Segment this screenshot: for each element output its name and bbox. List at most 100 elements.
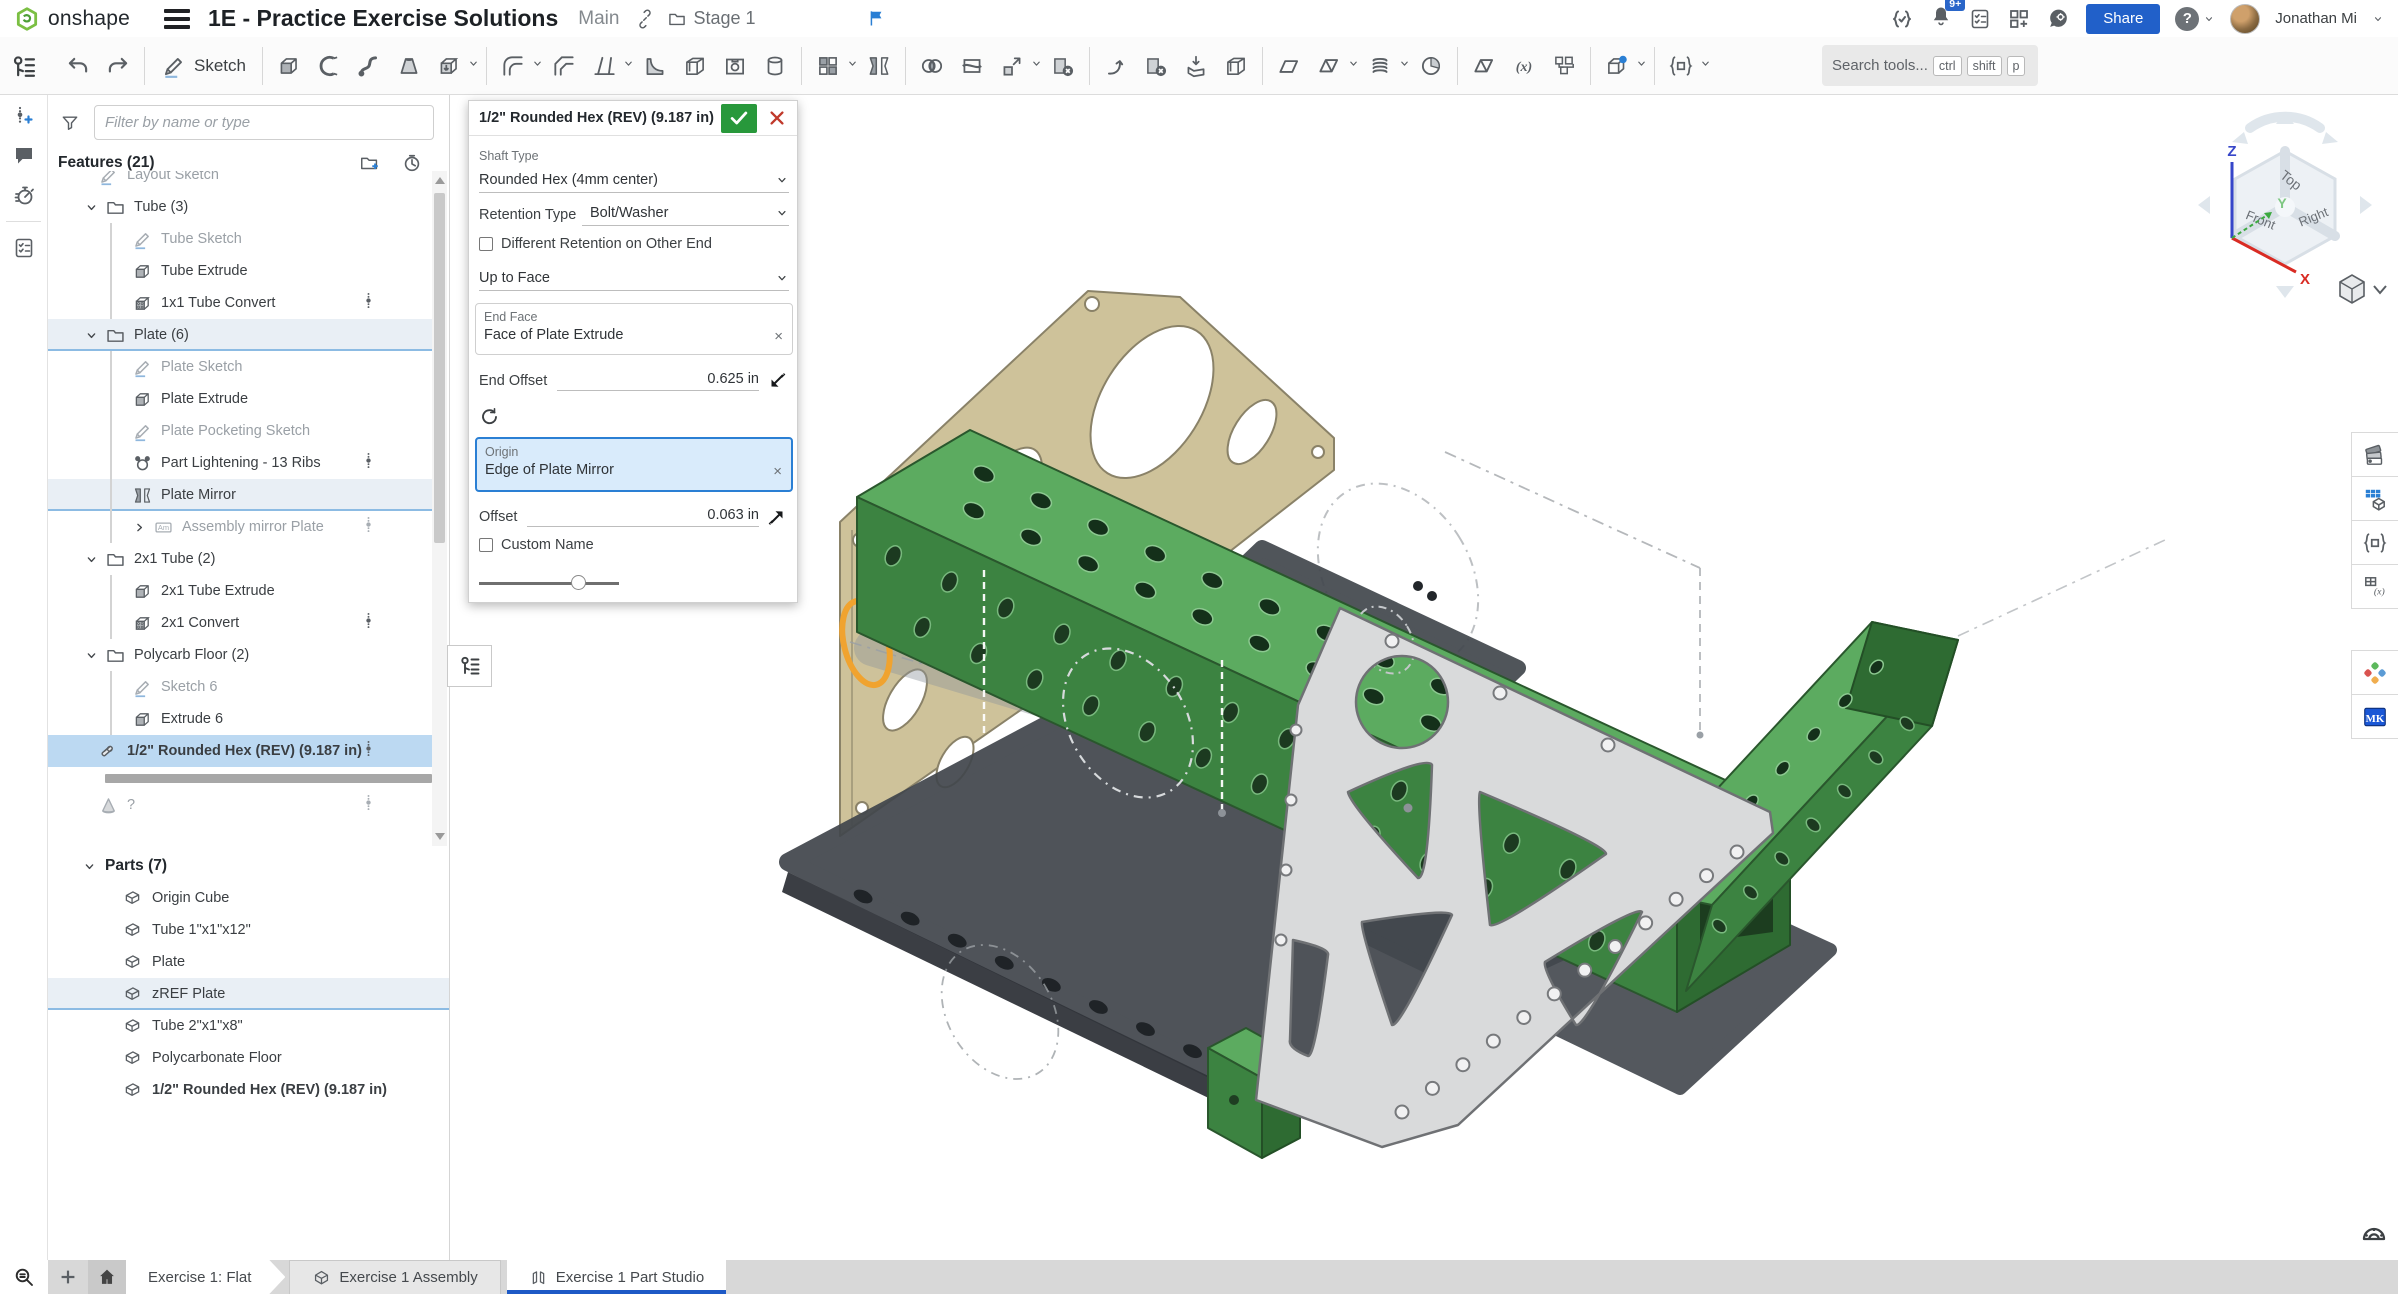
redo-button[interactable]	[98, 44, 138, 88]
retention-type-select[interactable]: Bolt/Washer	[582, 200, 789, 226]
share-button[interactable]: Share	[2086, 4, 2160, 34]
rollback-bar-handle[interactable]	[105, 774, 432, 783]
fillet-menu-caret[interactable]	[533, 57, 544, 75]
flip-direction-icon[interactable]	[477, 403, 501, 427]
enclose-button[interactable]	[1216, 44, 1256, 88]
thread-button[interactable]	[755, 44, 795, 88]
tab-exercise-1-assembly[interactable]: Exercise 1 Assembly	[289, 1260, 500, 1294]
part-row[interactable]: Plate	[48, 946, 449, 978]
delete-part-button[interactable]	[1043, 44, 1083, 88]
revolve-button[interactable]	[309, 44, 349, 88]
delete-face-button[interactable]	[1136, 44, 1176, 88]
configurations-button[interactable]	[2351, 476, 2398, 521]
end-offset-field[interactable]: End Offset 0.625 in	[479, 369, 789, 393]
hole-button[interactable]	[715, 44, 755, 88]
offset-field[interactable]: Offset 0.063 in	[479, 505, 789, 529]
feature-list-toggle-button[interactable]	[2, 41, 46, 93]
rollback-bar[interactable]	[48, 767, 432, 789]
feature-row[interactable]: 1/2" Rounded Hex (REV) (9.187 in)	[48, 735, 432, 767]
feature-row[interactable]: Layout Sketch	[48, 171, 432, 191]
rib-button[interactable]	[635, 44, 675, 88]
app-color-tool-button[interactable]	[2351, 650, 2398, 695]
tab-exercise-1-flat[interactable]: Exercise 1: Flat	[126, 1260, 285, 1294]
tree-caret[interactable]	[84, 200, 105, 215]
helix-button[interactable]	[1360, 44, 1400, 88]
direction-arrow-icon[interactable]	[765, 505, 789, 529]
parts-header[interactable]: Parts (7)	[48, 850, 449, 882]
tree-caret[interactable]	[132, 520, 153, 535]
chevron-down-icon[interactable]	[2372, 13, 2384, 25]
tree-caret[interactable]	[84, 328, 105, 343]
feature-row[interactable]: Plate Mirror	[48, 479, 432, 511]
surface-menu-caret[interactable]	[1349, 57, 1360, 75]
split-button[interactable]	[952, 44, 992, 88]
drag-handle-icon[interactable]	[358, 514, 372, 540]
drag-handle-icon[interactable]	[358, 738, 372, 764]
sketch-button[interactable]: Sketch	[151, 44, 256, 88]
feature-row[interactable]: Plate (6)	[48, 319, 432, 351]
breadcrumb-location[interactable]: Stage 1	[667, 8, 755, 29]
dialog-confirm-button[interactable]	[721, 104, 757, 133]
panel-collapse-button[interactable]	[447, 645, 492, 687]
sweep-button[interactable]	[349, 44, 389, 88]
drag-handle-icon[interactable]	[358, 792, 372, 818]
feature-row[interactable]: ?	[48, 789, 432, 821]
part-row[interactable]: Polycarbonate Floor	[48, 1042, 449, 1074]
surface-button[interactable]	[1309, 44, 1349, 88]
help-button[interactable]: ?	[2175, 7, 2215, 31]
follow-flag-icon[interactable]	[866, 8, 886, 28]
thicken-menu-caret[interactable]	[469, 57, 480, 75]
filter-input[interactable]	[94, 105, 434, 140]
feature-row[interactable]: Tube (3)	[48, 191, 432, 223]
feature-row[interactable]: Plate Extrude	[48, 383, 432, 415]
tab-exercise-1-part-studio[interactable]: Exercise 1 Part Studio	[507, 1260, 726, 1294]
extrude-button[interactable]	[269, 44, 309, 88]
custom-tables-button[interactable]	[2351, 564, 2398, 609]
apps-icon[interactable]	[2007, 7, 2031, 31]
feature-row[interactable]: Sketch 6	[48, 671, 432, 703]
scroll-up-arrow[interactable]	[435, 177, 445, 184]
variable-button[interactable]	[1504, 44, 1544, 88]
history-button[interactable]	[0, 175, 48, 215]
user-name[interactable]: Jonathan Mi	[2275, 10, 2357, 27]
linear-pattern-button[interactable]	[808, 44, 848, 88]
feature-row[interactable]: Plate Sketch	[48, 351, 432, 383]
shell-button[interactable]	[675, 44, 715, 88]
insert-feature-button[interactable]	[0, 95, 48, 135]
featurescript-menu-caret[interactable]	[1701, 57, 1712, 75]
boolean-button[interactable]	[912, 44, 952, 88]
chamfer-button[interactable]	[544, 44, 584, 88]
view-cube[interactable]: Top Front Right Z X Y	[2198, 112, 2372, 298]
tasks-icon[interactable]	[1968, 7, 1992, 31]
transform-menu-caret[interactable]	[1032, 57, 1043, 75]
point-button[interactable]	[1411, 44, 1451, 88]
end-condition-select[interactable]: Up to Face	[479, 265, 789, 291]
dialog-opacity-slider[interactable]	[479, 575, 619, 591]
direction-arrow-icon[interactable]	[765, 369, 789, 393]
learning-center-icon[interactable]	[2046, 6, 2071, 31]
featurescript-check-icon[interactable]	[1890, 7, 1914, 31]
tree-caret[interactable]	[84, 552, 105, 567]
draft-menu-caret[interactable]	[624, 57, 635, 75]
link-icon[interactable]	[635, 9, 655, 29]
different-retention-checkbox[interactable]: Different Retention on Other End	[479, 236, 712, 252]
part-row[interactable]: Origin Cube	[48, 882, 449, 914]
scrollbar-thumb[interactable]	[434, 193, 445, 543]
derived-button[interactable]	[1544, 44, 1584, 88]
clear-selection-icon[interactable]: ×	[773, 463, 782, 480]
dialog-cancel-button[interactable]	[765, 106, 789, 130]
thicken-button[interactable]	[429, 44, 469, 88]
feature-row[interactable]: 2x1 Tube (2)	[48, 543, 432, 575]
feature-row[interactable]: Polycarb Floor (2)	[48, 639, 432, 671]
feature-row[interactable]: 1x1 Tube Convert	[48, 287, 432, 319]
sheet-metal-button[interactable]	[1464, 44, 1504, 88]
filter-funnel-icon[interactable]	[60, 113, 80, 133]
part-row[interactable]: Tube 2"x1"x8"	[48, 1010, 449, 1042]
custom-name-checkbox[interactable]: Custom Name	[479, 537, 594, 553]
draft-button[interactable]	[584, 44, 624, 88]
display-states-menu-caret[interactable]	[1637, 57, 1648, 75]
notifications-button[interactable]: 9+	[1929, 4, 1953, 33]
feature-row[interactable]: Assembly mirror Plate	[48, 511, 432, 543]
helix-menu-caret[interactable]	[1400, 57, 1411, 75]
view-options-button[interactable]	[2340, 275, 2386, 303]
